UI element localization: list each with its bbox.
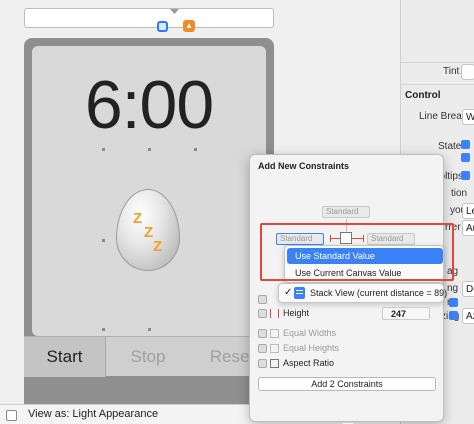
selection-handle[interactable]: [102, 239, 105, 242]
equal-heights-checkbox[interactable]: [258, 344, 267, 353]
first-responder-icon[interactable]: ▲: [183, 20, 195, 32]
equal-widths-icon: [270, 329, 279, 338]
selection-handle[interactable]: [102, 148, 105, 151]
inspector-row-label: tion: [451, 188, 468, 199]
height-value-field[interactable]: 247: [382, 307, 430, 320]
inspector-popup[interactable]: Az: [462, 308, 474, 324]
line-break-label: Line Break: [419, 111, 467, 122]
equal-heights-label: Equal Heights: [283, 343, 340, 353]
height-icon: [270, 309, 279, 318]
inspector-divider: [401, 62, 474, 63]
aspect-ratio-label: Aspect Ratio: [283, 358, 335, 368]
inspector-popup[interactable]: Au: [462, 220, 474, 236]
tint-label: Tint: [443, 66, 460, 77]
scene-dock: ▲: [24, 8, 274, 32]
highlight-frame: [260, 223, 454, 281]
width-checkbox[interactable]: [258, 295, 267, 304]
state-highlighted-checkbox[interactable]: [461, 153, 470, 162]
aspect-ratio-row: Aspect Ratio: [258, 357, 438, 371]
sleep-z-icon: Z: [133, 210, 143, 227]
inspector-checkbox[interactable]: [449, 298, 458, 307]
appearance-label[interactable]: View as: Light Appearance: [28, 408, 158, 420]
stop-button[interactable]: Stop: [106, 337, 190, 377]
equal-widths-label: Equal Widths: [283, 328, 337, 338]
scene-notch: [170, 9, 179, 14]
aspect-ratio-checkbox[interactable]: [258, 359, 267, 368]
equal-heights-row: Equal Heights: [258, 342, 438, 356]
state-enabled-checkbox[interactable]: [461, 140, 470, 149]
add-constraints-popover[interactable]: Add New Constraints Standard Standard St…: [249, 154, 454, 424]
view-controller-icon[interactable]: [157, 21, 168, 32]
inspector-divider: [401, 84, 474, 85]
inspector-popup[interactable]: Le: [462, 203, 474, 219]
selection-handle[interactable]: [194, 148, 197, 151]
line-break-popup[interactable]: Wo: [462, 109, 474, 125]
appearance-toggle-icon[interactable]: [6, 410, 17, 421]
aspect-ratio-icon: [270, 359, 279, 368]
state-label: State: [438, 141, 462, 152]
tint-color-well[interactable]: [461, 64, 474, 80]
inspector-checkbox[interactable]: [449, 311, 458, 320]
equal-widths-row: Equal Widths: [258, 327, 438, 341]
top-constraint-field[interactable]: Standard: [322, 206, 370, 218]
popover-title: Add New Constraints: [258, 161, 350, 171]
height-checkbox[interactable]: [258, 309, 267, 318]
selection-handle[interactable]: [102, 328, 105, 331]
selection-handle[interactable]: [148, 148, 151, 151]
time-label[interactable]: 6:00: [32, 66, 266, 144]
inspector-popup[interactable]: De: [462, 281, 474, 297]
device-frame: 6:00 Z Z Z Start Stop Reset: [24, 38, 274, 422]
control-heading: Control: [405, 90, 441, 101]
inspector-row-label: ng: [447, 283, 459, 294]
egg-image[interactable]: Z Z Z: [116, 189, 180, 271]
start-button[interactable]: Start: [24, 337, 106, 377]
height-row: Height 247: [258, 307, 438, 321]
equal-heights-icon: [270, 344, 279, 353]
tooltips-checkbox[interactable]: [461, 171, 470, 180]
main-view[interactable]: 6:00 Z Z Z: [32, 46, 266, 336]
height-label: Height: [283, 308, 310, 318]
selection-handle[interactable]: [148, 328, 151, 331]
button-stack-view[interactable]: Start Stop Reset: [24, 336, 274, 377]
equal-widths-checkbox[interactable]: [258, 329, 267, 338]
add-constraints-button[interactable]: Add 2 Constraints: [258, 377, 436, 391]
width-row: [258, 293, 438, 307]
sleep-z-icon: Z: [153, 238, 163, 255]
sleep-z-icon: Z: [144, 224, 154, 241]
